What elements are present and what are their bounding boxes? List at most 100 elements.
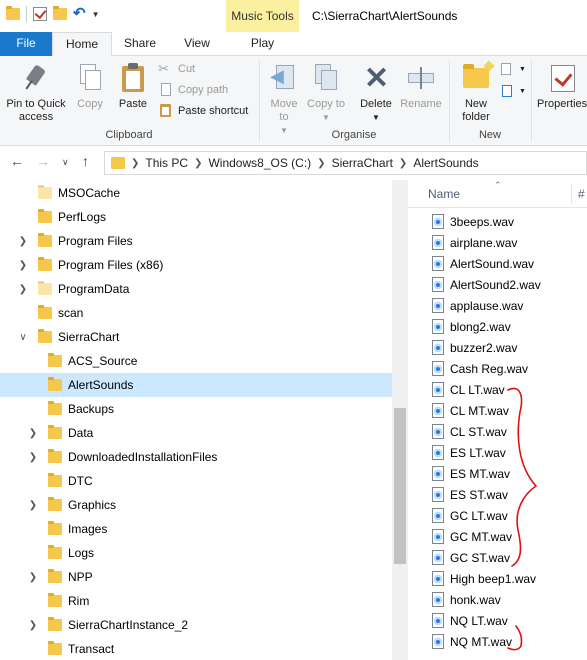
file-list-item[interactable]: AlertSound2.wav [408, 274, 587, 295]
file-list-item[interactable]: honk.wav [408, 589, 587, 610]
new-folder-icon[interactable] [53, 6, 67, 20]
file-list-item[interactable]: GC LT.wav [408, 505, 587, 526]
file-list-item[interactable]: airplane.wav [408, 232, 587, 253]
file-list-item[interactable]: NQ LT.wav [408, 610, 587, 631]
tree-item[interactable]: ❯ Program Files [0, 229, 392, 253]
scissors-icon: ✂ [158, 61, 169, 76]
breadcrumb-alertsounds[interactable]: AlertSounds [413, 156, 478, 170]
tree-item[interactable]: ❯ SierraChartInstance_2 [0, 613, 392, 637]
file-list-item[interactable]: AlertSound.wav [408, 253, 587, 274]
copy-button[interactable]: Copy [72, 62, 108, 111]
chevron-right-icon[interactable]: ❯ [18, 236, 28, 247]
tree-item[interactable]: ACS_Source [0, 349, 392, 373]
copy-to-button[interactable]: Copy to ▼ [307, 62, 345, 124]
move-to-button[interactable]: ◀ Move to ▼ [265, 62, 303, 137]
tree-item-label: Logs [68, 546, 95, 560]
file-list-item[interactable]: ES ST.wav [408, 484, 587, 505]
back-arrow-icon[interactable]: ← [10, 153, 24, 169]
chevron-down-icon[interactable]: ∨ [18, 332, 28, 343]
file-list-item[interactable]: CL MT.wav [408, 400, 587, 421]
forward-arrow-icon[interactable]: → [36, 153, 50, 169]
tree-item[interactable]: PerfLogs [0, 205, 392, 229]
file-name: GC LT.wav [450, 508, 508, 523]
file-list-item[interactable]: GC MT.wav [408, 526, 587, 547]
pin-to-quick-access-button[interactable]: Pin to Quick access [2, 62, 70, 124]
undo-icon[interactable]: ↶ [73, 6, 86, 21]
breadcrumb-chevron-icon[interactable]: ❯ [131, 158, 139, 169]
paste-shortcut-button[interactable]: Paste shortcut [158, 102, 248, 120]
tree-scrollbar[interactable] [392, 180, 408, 660]
tree-item[interactable]: ❯ DownloadedInstallationFiles [0, 445, 392, 469]
tree-item-label: AlertSounds [68, 378, 134, 392]
file-list-item[interactable]: ES MT.wav [408, 463, 587, 484]
tree-item[interactable]: ❯ ProgramData [0, 277, 392, 301]
tree-item[interactable]: ❯ Program Files (x86) [0, 253, 392, 277]
file-list-item[interactable]: buzzer2.wav [408, 337, 587, 358]
file-list-item[interactable]: applause.wav [408, 295, 587, 316]
file-list-item[interactable]: NQ MT.wav [408, 631, 587, 652]
delete-button[interactable]: ✕ Delete ▼ [354, 62, 398, 124]
file-list-item[interactable]: CL LT.wav [408, 379, 587, 400]
chevron-right-icon[interactable]: ❯ [18, 284, 28, 295]
chevron-right-icon[interactable]: ❯ [28, 428, 38, 439]
tree-item[interactable]: Images [0, 517, 392, 541]
chevron-right-icon[interactable]: ❯ [28, 500, 38, 511]
chevron-right-icon[interactable]: ❯ [28, 620, 38, 631]
address-bar[interactable]: ❯ This PC ❯ Windows8_OS (C:) ❯ SierraCha… [104, 151, 587, 175]
tree-item[interactable]: ❯ Graphics [0, 493, 392, 517]
breadcrumb-chevron-icon[interactable]: ❯ [194, 158, 202, 169]
name-column-header[interactable]: Name [428, 187, 460, 201]
breadcrumb-chevron-icon[interactable]: ❯ [399, 158, 407, 169]
chevron-right-icon[interactable]: ❯ [28, 452, 38, 463]
copy-to-icon [310, 62, 342, 94]
breadcrumb-sierrachart[interactable]: SierraChart [332, 156, 393, 170]
wav-file-icon [432, 235, 444, 250]
file-list-item[interactable]: CL ST.wav [408, 421, 587, 442]
tab-share[interactable]: Share [112, 32, 168, 56]
tree-item[interactable]: Rim [0, 589, 392, 613]
tab-home[interactable]: Home [52, 32, 112, 57]
tree-item[interactable]: AlertSounds [0, 373, 392, 397]
file-list-item[interactable]: ES LT.wav [408, 442, 587, 463]
file-list-item[interactable]: Cash Reg.wav [408, 358, 587, 379]
tree-item[interactable]: Backups [0, 397, 392, 421]
file-list-item[interactable]: High beep1.wav [408, 568, 587, 589]
tree-item[interactable]: scan [0, 301, 392, 325]
easy-access-button[interactable]: ▼ [499, 82, 526, 100]
breadcrumb-chevron-icon[interactable]: ❯ [317, 158, 325, 169]
tree-item[interactable]: ∨ SierraChart [0, 325, 392, 349]
tree-item[interactable]: MSOCache [0, 181, 392, 205]
file-list-item[interactable]: GC ST.wav [408, 547, 587, 568]
properties-button[interactable]: Properties [537, 62, 587, 111]
new-folder-button[interactable]: New folder [455, 60, 497, 124]
tab-file[interactable]: File [0, 32, 52, 56]
wav-file-icon [432, 508, 444, 523]
folder-icon [38, 281, 52, 295]
properties-check-icon[interactable] [33, 7, 47, 21]
chevron-right-icon[interactable]: ❯ [28, 572, 38, 583]
breadcrumb-drive[interactable]: Windows8_OS (C:) [208, 156, 311, 170]
tab-view[interactable]: View [168, 32, 226, 56]
file-list-item[interactable]: 3beeps.wav [408, 211, 587, 232]
customize-dropdown-icon[interactable]: ▼ [92, 10, 100, 19]
copy-path-button[interactable]: Copy path [158, 81, 228, 99]
tree-item[interactable]: ❯ Data [0, 421, 392, 445]
scrollbar-thumb[interactable] [394, 408, 406, 564]
tree-item[interactable]: Transact [0, 637, 392, 660]
up-arrow-icon[interactable]: ↑ [82, 153, 89, 169]
tree-item[interactable]: Logs [0, 541, 392, 565]
folder-icon[interactable] [6, 6, 20, 20]
breadcrumb-this-pc[interactable]: This PC [145, 156, 188, 170]
tree-item[interactable]: DTC [0, 469, 392, 493]
cut-button[interactable]: ✂ Cut [158, 60, 195, 78]
file-list-item[interactable]: blong2.wav [408, 316, 587, 337]
recent-locations-chevron-icon[interactable]: ∨ [62, 157, 69, 168]
tree-item[interactable]: ❯ NPP [0, 565, 392, 589]
paste-button[interactable]: Paste [114, 62, 152, 111]
column-divider[interactable] [571, 184, 572, 204]
tab-play[interactable]: Play [226, 32, 299, 56]
chevron-right-icon[interactable]: ❯ [18, 260, 28, 271]
rename-button[interactable]: Rename [398, 62, 444, 111]
number-column-header[interactable]: # [578, 187, 585, 201]
new-item-button[interactable]: ▼ [499, 60, 526, 78]
